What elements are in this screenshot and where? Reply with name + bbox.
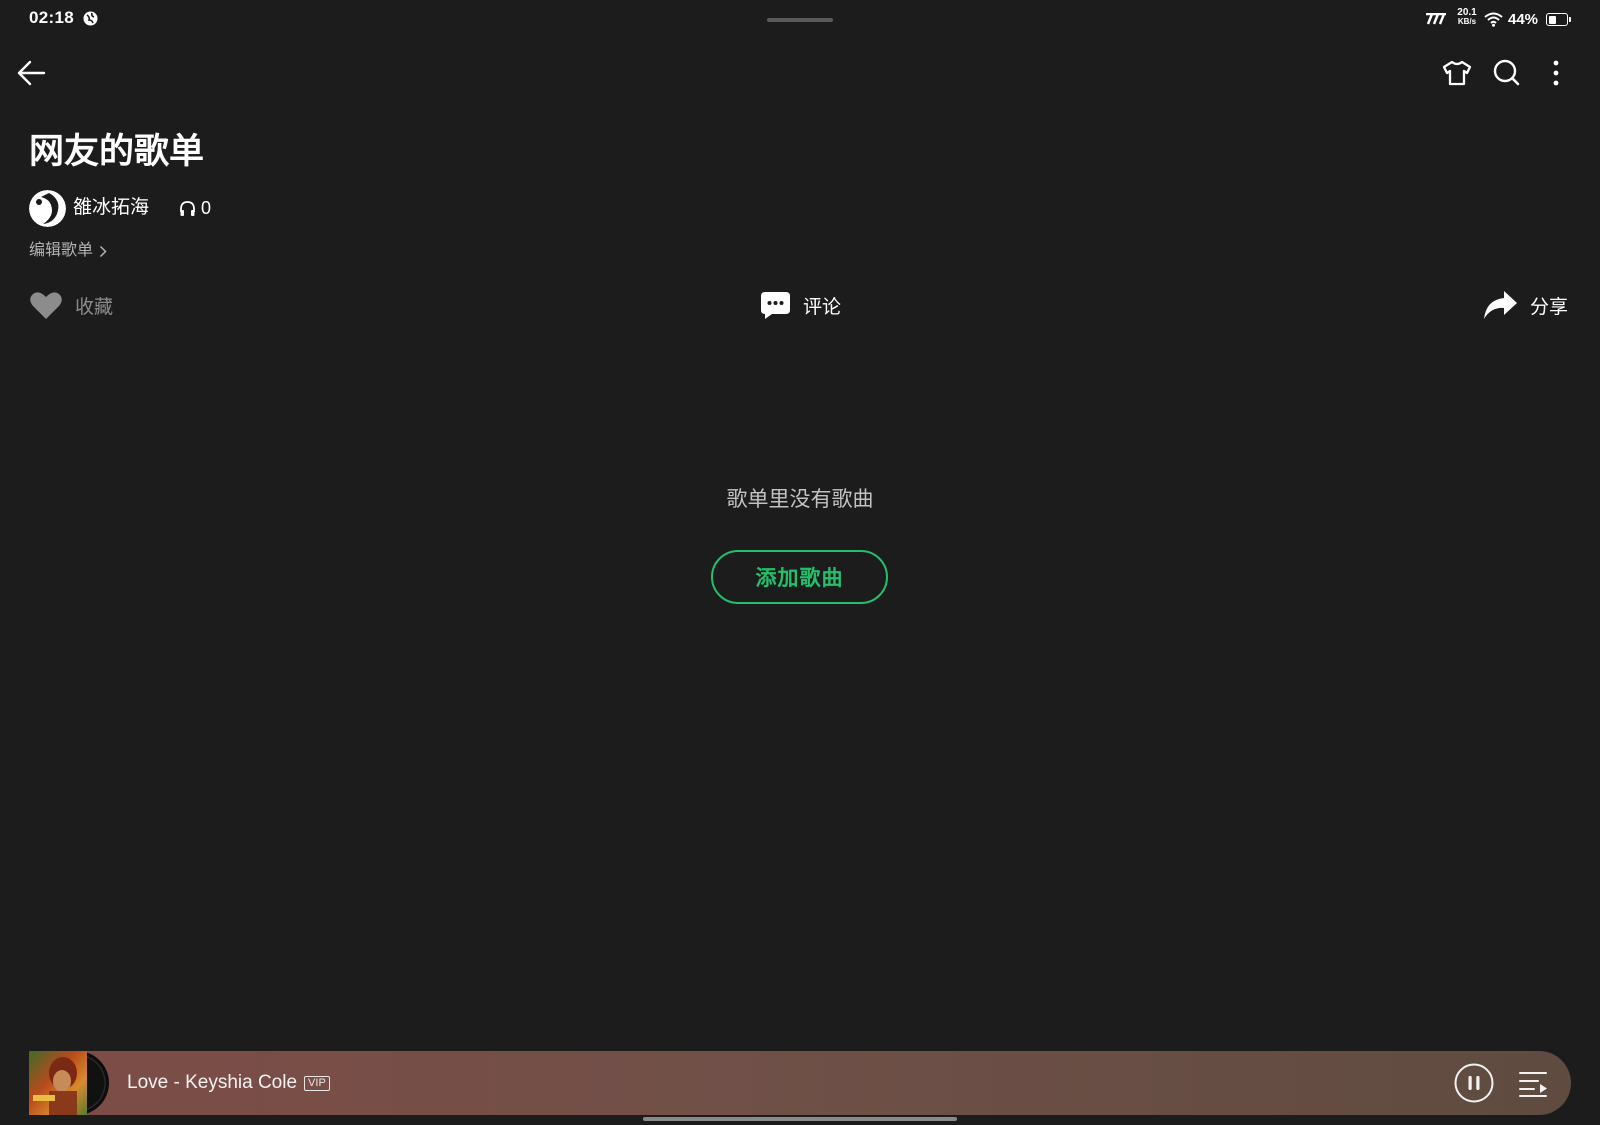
edit-playlist-label: 编辑歌单	[29, 242, 94, 259]
back-button[interactable]	[16, 58, 48, 88]
back-arrow-icon	[17, 60, 46, 86]
signal-icon	[1425, 13, 1447, 25]
now-playing[interactable]: Love - Keyshia Cole VIP	[127, 1071, 330, 1095]
headphone-icon	[179, 200, 196, 217]
favorite-label: 收藏	[75, 296, 114, 318]
edit-playlist-link[interactable]: 编辑歌单	[29, 240, 107, 262]
battery-cap	[1569, 17, 1571, 22]
listen-count: 0	[201, 198, 212, 218]
vip-badge: VIP	[304, 1075, 330, 1091]
pause-button[interactable]	[1454, 1063, 1494, 1103]
heart-icon	[30, 292, 62, 319]
playlist-queue-icon	[1519, 1072, 1547, 1097]
battery-percent: 44%	[1508, 11, 1539, 28]
pause-icon	[1454, 1063, 1494, 1103]
home-indicator[interactable]	[643, 1117, 957, 1121]
chevron-right-icon	[99, 245, 107, 257]
share-button[interactable]: 分享	[1482, 288, 1568, 322]
drag-handle[interactable]	[767, 18, 833, 22]
search-button[interactable]	[1491, 58, 1523, 88]
network-speed: 20.1 KB/s	[1454, 7, 1480, 27]
song-title: Love - Keyshia Cole	[127, 1072, 298, 1093]
status-time: 02:18	[29, 8, 74, 27]
battery-level	[1548, 15, 1556, 24]
shirt-icon	[1442, 60, 1472, 86]
theme-button[interactable]	[1441, 58, 1473, 88]
empty-playlist-message: 歌单里没有歌曲	[726, 488, 874, 511]
comment-label: 评论	[803, 296, 842, 318]
network-speed-unit: KB/s	[1457, 17, 1477, 26]
battery-icon	[1546, 13, 1568, 26]
more-vertical-icon	[1553, 60, 1559, 86]
playlist-title: 网友的歌单	[29, 132, 205, 171]
creator-avatar[interactable]	[29, 190, 66, 227]
network-speed-value: 20.1	[1457, 7, 1477, 18]
playlist-queue-button[interactable]	[1518, 1069, 1548, 1097]
share-label: 分享	[1530, 296, 1569, 318]
comment-icon	[761, 291, 790, 319]
creator-name[interactable]: 雒冰拓海	[73, 196, 149, 220]
favorite-button[interactable]: 收藏	[29, 288, 113, 322]
globe-icon	[83, 11, 98, 26]
more-button[interactable]	[1547, 58, 1565, 88]
wifi-icon	[1484, 12, 1503, 27]
search-icon	[1493, 59, 1520, 86]
add-songs-button[interactable]: 添加歌曲	[711, 550, 888, 604]
share-icon	[1484, 291, 1517, 319]
comment-button[interactable]: 评论	[760, 288, 841, 322]
album-art[interactable]	[29, 1051, 87, 1115]
